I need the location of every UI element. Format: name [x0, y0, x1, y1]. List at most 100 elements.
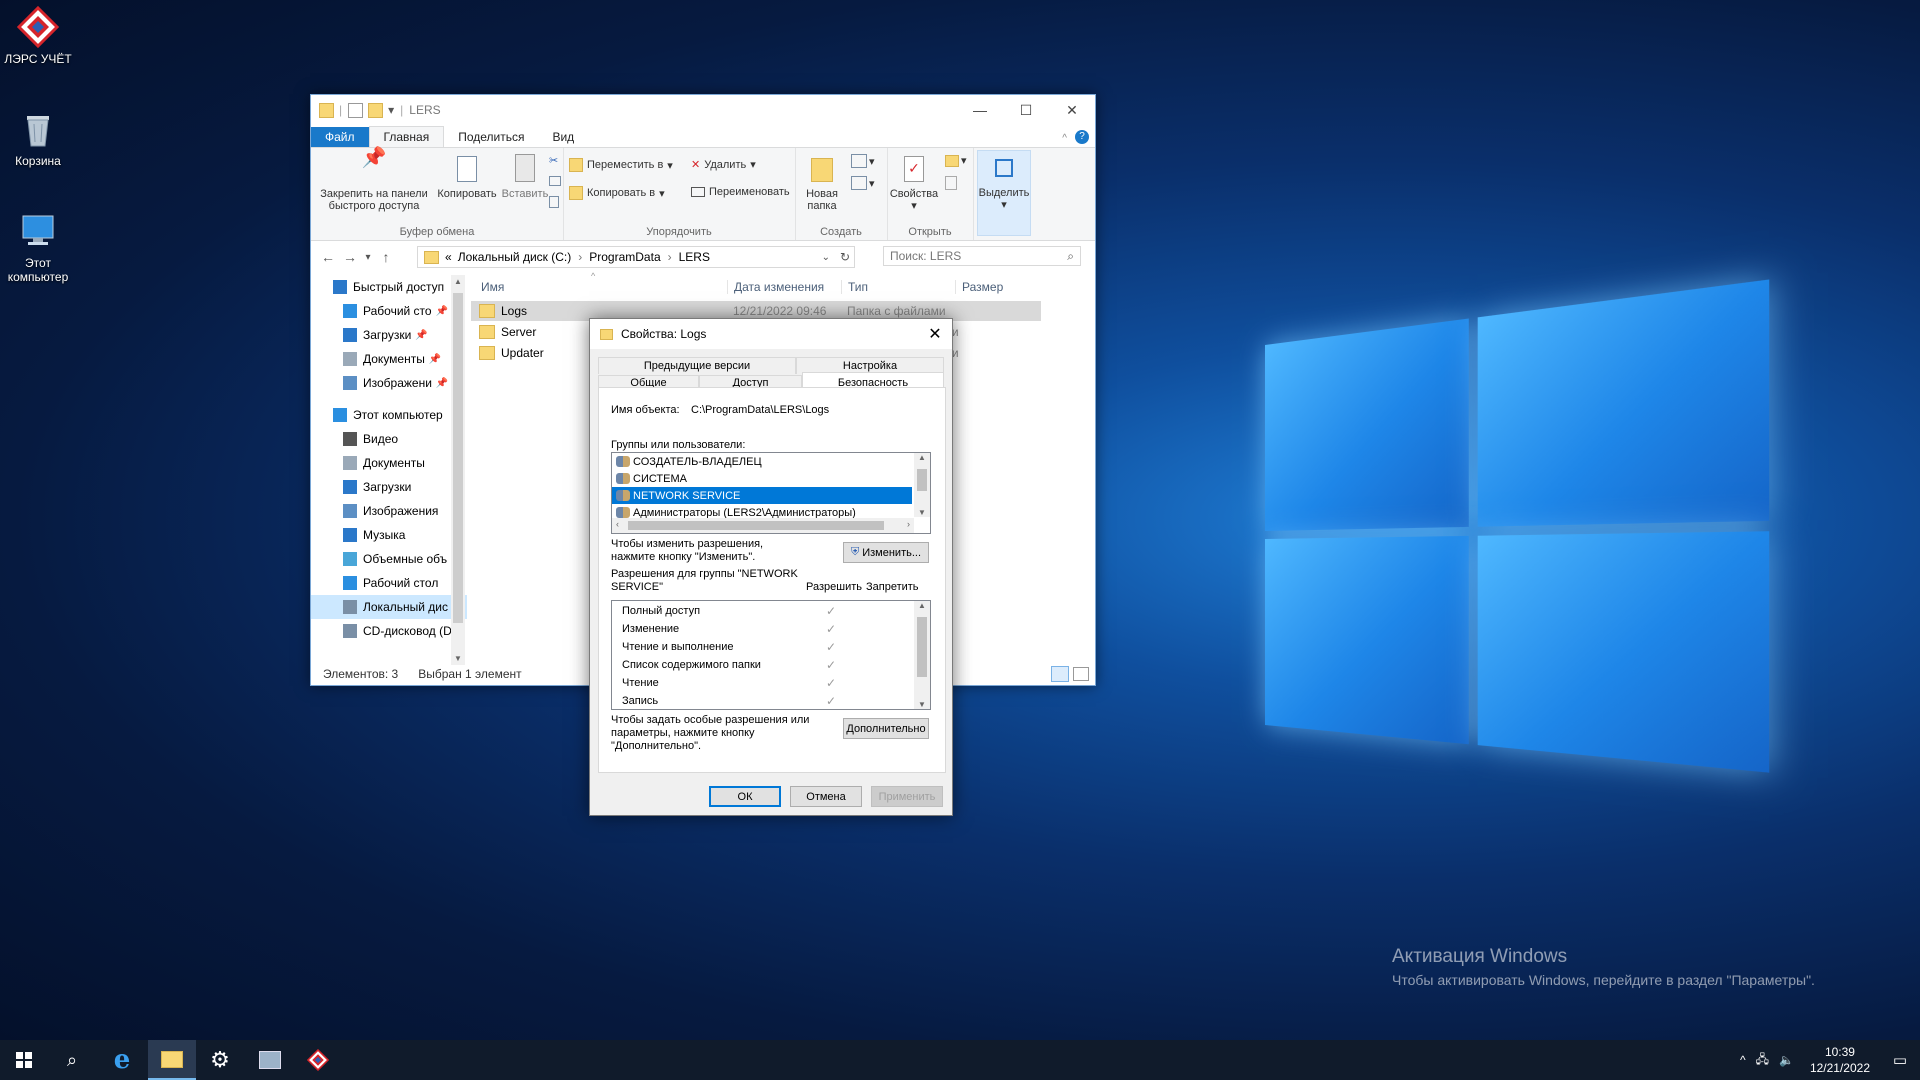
- server-manager-icon[interactable]: [246, 1040, 294, 1080]
- column-size[interactable]: Размер: [955, 280, 1003, 294]
- close-button[interactable]: ✕: [1049, 95, 1095, 125]
- sidebar-item[interactable]: Этот компьютер: [311, 403, 467, 427]
- allow-check-icon: ✓: [826, 694, 837, 708]
- cancel-button[interactable]: Отмена: [790, 786, 862, 807]
- rename-button[interactable]: Переименовать: [691, 186, 790, 198]
- tab-previous-versions[interactable]: Предыдущие версии: [598, 357, 796, 374]
- properties-icon[interactable]: [348, 102, 364, 118]
- large-icons-view-icon[interactable]: [1073, 667, 1089, 681]
- easy-access-icon[interactable]: ▾: [851, 176, 875, 190]
- ok-button[interactable]: ОК: [709, 786, 781, 807]
- recent-chevron-icon[interactable]: ▾: [361, 252, 375, 263]
- customize-qat-icon[interactable]: ▾: [388, 103, 394, 117]
- minimize-button[interactable]: —: [957, 95, 1003, 125]
- lers-taskbar-icon[interactable]: [294, 1040, 342, 1080]
- address-field[interactable]: « Локальный диск (C:) › ProgramData › LE…: [417, 246, 855, 268]
- groups-vscroll[interactable]: ▲ ▼: [914, 453, 930, 517]
- sidebar-item[interactable]: Рабочий сто 📌: [311, 299, 467, 323]
- notifications-icon[interactable]: ▭: [1880, 1051, 1920, 1069]
- help-icon[interactable]: ?: [1075, 130, 1089, 144]
- breadcrumb-item[interactable]: ProgramData: [589, 250, 660, 264]
- refresh-icon[interactable]: ↻: [840, 250, 850, 264]
- column-name[interactable]: Имя: [481, 280, 504, 294]
- search-icon[interactable]: ⌕: [48, 1040, 96, 1080]
- sidebar-item[interactable]: Видео: [311, 427, 467, 451]
- network-icon[interactable]: 🖧: [1756, 1050, 1769, 1071]
- desktop-icon-this-pc[interactable]: Этот компьютер: [0, 210, 76, 284]
- sidebar-item[interactable]: Рабочий стол: [311, 571, 467, 595]
- list-item[interactable]: СОЗДАТЕЛЬ-ВЛАДЕЛЕЦ: [612, 453, 912, 470]
- sidebar-item[interactable]: Документы 📌: [311, 347, 467, 371]
- sidebar-item[interactable]: Документы: [311, 451, 467, 475]
- change-button[interactable]: ⛨ Изменить...: [843, 542, 929, 563]
- details-view-icon[interactable]: [1051, 666, 1069, 682]
- clock[interactable]: 10:39 12/21/2022: [1810, 1044, 1870, 1076]
- search-input[interactable]: Поиск: LERS ⌕: [883, 246, 1081, 266]
- sidebar-item[interactable]: Объемные объ: [311, 547, 467, 571]
- tab-share[interactable]: Поделиться: [444, 127, 538, 147]
- groups-hscroll[interactable]: ‹ ›: [612, 518, 914, 533]
- dialog-close-button[interactable]: ✕: [918, 319, 952, 349]
- maximize-button[interactable]: ☐: [1003, 95, 1049, 125]
- back-arrow-icon[interactable]: ←: [317, 249, 339, 265]
- new-folder-icon[interactable]: [368, 102, 384, 118]
- volume-muted-icon[interactable]: 🔈: [1779, 1053, 1794, 1067]
- start-button[interactable]: [0, 1040, 48, 1080]
- desktop-icon-recycle-bin[interactable]: Корзина: [0, 108, 76, 168]
- cut-icon[interactable]: ✂: [549, 154, 558, 167]
- new-folder-button[interactable]: Новая папка: [797, 152, 847, 212]
- copy-path-icon[interactable]: [549, 176, 561, 186]
- move-to-button[interactable]: Переместить в ▾: [569, 158, 673, 172]
- breadcrumb-overflow[interactable]: «: [445, 250, 452, 264]
- groups-listbox[interactable]: СОЗДАТЕЛЬ-ВЛАДЕЛЕЦ СИСТЕМА NETWORK SERVICE…: [611, 452, 931, 534]
- list-item[interactable]: NETWORK SERVICE: [612, 487, 912, 504]
- pin-icon[interactable]: 📌: [429, 354, 441, 365]
- sidebar-item[interactable]: Локальный дис: [311, 595, 467, 619]
- sidebar-item[interactable]: Загрузки 📌: [311, 323, 467, 347]
- file-explorer-icon[interactable]: [148, 1040, 196, 1080]
- collapse-ribbon-icon[interactable]: ^: [1062, 133, 1067, 144]
- forward-arrow-icon[interactable]: →: [339, 249, 361, 265]
- sidebar-item[interactable]: CD-дисковод (D: [311, 619, 467, 643]
- tab-file[interactable]: Файл: [311, 127, 369, 147]
- copy-to-button[interactable]: Копировать в ▾: [569, 186, 665, 200]
- pin-icon[interactable]: 📌: [436, 378, 448, 389]
- column-date[interactable]: Дата изменения: [727, 280, 824, 294]
- list-item[interactable]: СИСТЕМА: [612, 470, 912, 487]
- sidebar-item[interactable]: Изображения: [311, 499, 467, 523]
- permissions-vscroll[interactable]: ▲ ▼: [914, 601, 930, 709]
- sidebar-item[interactable]: Музыка: [311, 523, 467, 547]
- sidebar-item[interactable]: Изображени 📌: [311, 371, 467, 395]
- properties-button[interactable]: ✓ Свойства ▾: [889, 152, 939, 212]
- paste-button[interactable]: Вставить: [501, 152, 549, 200]
- copy-button[interactable]: Копировать: [435, 152, 499, 200]
- new-item-icon[interactable]: ▾: [851, 154, 875, 168]
- paste-shortcut-icon[interactable]: [549, 196, 559, 208]
- sidebar-item[interactable]: Загрузки: [311, 475, 467, 499]
- document-icon: [343, 456, 357, 470]
- breadcrumb-item[interactable]: LERS: [679, 250, 710, 264]
- pin-icon[interactable]: 📌: [436, 306, 448, 317]
- permissions-listbox[interactable]: Полный доступ ✓ Изменение ✓ Чтение и выполне…: [611, 600, 931, 710]
- select-button[interactable]: Выделить ▾: [977, 150, 1031, 236]
- settings-gear-icon[interactable]: ⚙: [196, 1040, 244, 1080]
- pin-quick-access-button[interactable]: 📌 Закрепить на панели быстрого доступа: [315, 147, 433, 212]
- breadcrumb-item[interactable]: Локальный диск (C:): [458, 250, 572, 264]
- show-hidden-icons-icon[interactable]: ^: [1740, 1053, 1746, 1067]
- pin-icon: 📌: [361, 147, 387, 169]
- up-arrow-icon[interactable]: ↑: [375, 249, 397, 265]
- apply-button[interactable]: Применить: [871, 786, 943, 807]
- pin-icon[interactable]: 📌: [415, 330, 427, 341]
- delete-button[interactable]: ✕ Удалить ▾: [691, 158, 756, 172]
- desktop-icon-lers[interactable]: ЛЭРС УЧЁТ: [0, 5, 76, 66]
- tab-home[interactable]: Главная: [368, 126, 445, 147]
- sidebar-item[interactable]: Быстрый доступ: [311, 275, 467, 299]
- tab-view[interactable]: Вид: [538, 127, 588, 147]
- open-icon[interactable]: ▾: [945, 154, 967, 167]
- internet-explorer-icon[interactable]: e: [98, 1040, 146, 1080]
- address-dropdown-icon[interactable]: ⌄: [822, 252, 830, 263]
- edit-icon[interactable]: [945, 176, 957, 190]
- column-type[interactable]: Тип: [841, 280, 868, 294]
- advanced-button[interactable]: Дополнительно: [843, 718, 929, 739]
- nav-scrollbar[interactable]: ▲ ▼: [451, 275, 465, 665]
